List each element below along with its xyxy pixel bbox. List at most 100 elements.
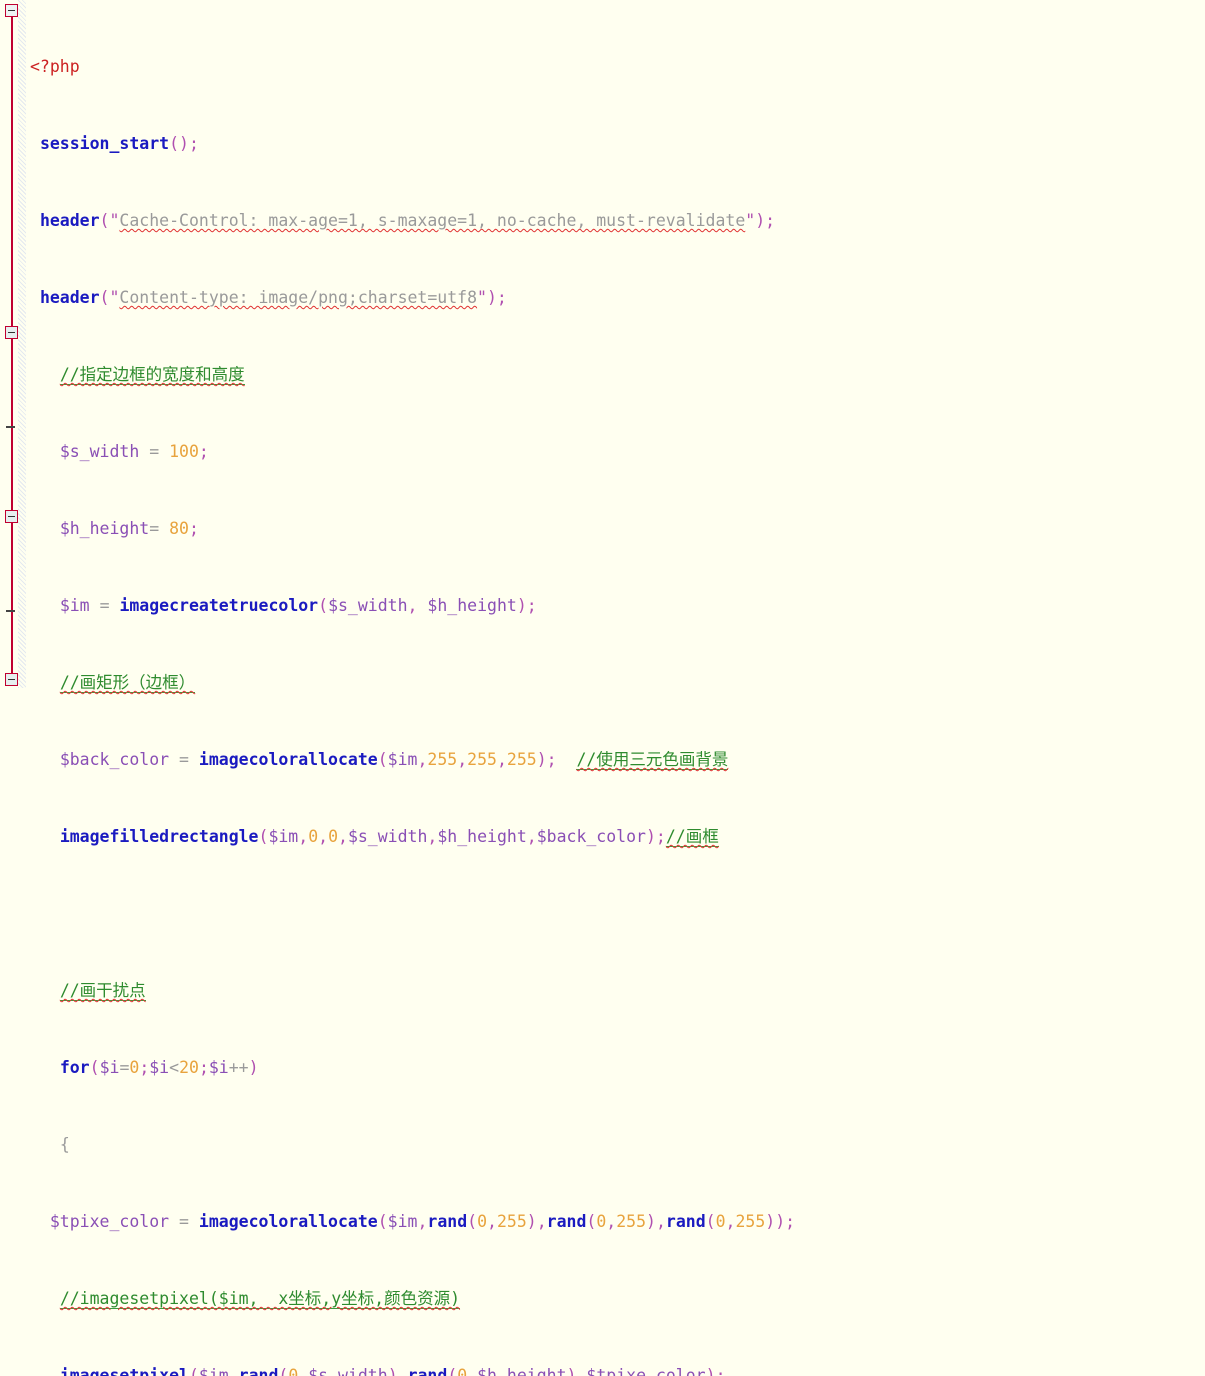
token-variable: $back_color bbox=[59, 750, 170, 769]
token-operator: = bbox=[179, 750, 189, 769]
fold-box-for-arc[interactable] bbox=[5, 673, 18, 686]
token-number: 255 bbox=[427, 750, 458, 769]
token-variable: $h_height bbox=[437, 827, 527, 846]
token-punc: ; bbox=[785, 1212, 796, 1231]
code-line[interactable]: $im = imagecreatetruecolor($s_width, $h_… bbox=[26, 596, 1205, 616]
token-number: 100 bbox=[169, 442, 199, 461]
token-punc: , bbox=[427, 827, 438, 846]
token-punc: ) bbox=[646, 1212, 656, 1231]
token-variable: $im bbox=[387, 1212, 418, 1231]
token-number: 0 bbox=[308, 827, 319, 846]
token-number: 0 bbox=[596, 1212, 607, 1231]
token-punc: ( bbox=[377, 750, 388, 769]
fold-box-php[interactable] bbox=[5, 4, 18, 17]
token-operator: = bbox=[149, 442, 160, 461]
fold-indicator-line bbox=[11, 10, 13, 682]
php-open-tag: <?php bbox=[30, 57, 80, 76]
code-line[interactable]: $tpixe_color = imagecolorallocate($im,ra… bbox=[26, 1212, 1205, 1232]
token-punc: ( bbox=[258, 827, 269, 846]
code-line[interactable]: $back_color = imagecolorallocate($im,255… bbox=[26, 750, 1205, 770]
token-punc: , bbox=[526, 827, 537, 846]
token-variable: $h_height bbox=[59, 519, 150, 538]
code-line[interactable]: imagefilledrectangle($im,0,0,$s_width,$h… bbox=[26, 827, 1205, 847]
token-punc: , bbox=[725, 1212, 736, 1231]
token-number: 0 bbox=[457, 1366, 468, 1376]
fold-box-for-noise[interactable] bbox=[5, 326, 18, 339]
token-operator: ++ bbox=[228, 1058, 249, 1077]
token-punc: ( bbox=[447, 1366, 458, 1376]
token-variable: $s_width bbox=[59, 442, 140, 461]
token-variable: $i bbox=[149, 1058, 170, 1077]
token-operator: = bbox=[149, 519, 160, 538]
token-punc: () bbox=[169, 134, 189, 153]
fold-box-for-line[interactable] bbox=[5, 510, 18, 523]
token-quote: " bbox=[477, 288, 487, 307]
token-punc: ( bbox=[705, 1212, 716, 1231]
token-punc: ) bbox=[486, 288, 497, 307]
token-function: rand bbox=[546, 1212, 587, 1231]
code-line[interactable]: for($i=0;$i<20;$i++) bbox=[26, 1058, 1205, 1078]
token-punc: , bbox=[298, 1366, 309, 1376]
code-line[interactable]: $h_height= 80; bbox=[26, 519, 1205, 539]
token-number: 255 bbox=[506, 750, 537, 769]
token-function: imagesetpixel bbox=[59, 1366, 189, 1376]
code-line[interactable]: { bbox=[26, 1135, 1205, 1155]
token-brace: { bbox=[59, 1135, 70, 1154]
token-punc: ( bbox=[377, 1212, 388, 1231]
code-line[interactable]: $s_width = 100; bbox=[26, 442, 1205, 462]
token-quote: " bbox=[109, 211, 120, 230]
token-punc: ) bbox=[755, 211, 766, 230]
token-number: 20 bbox=[179, 1058, 199, 1077]
code-line-blank[interactable] bbox=[26, 904, 1205, 924]
token-variable: $back_color bbox=[536, 827, 646, 846]
code-line[interactable]: //指定边框的宽度和高度 bbox=[26, 365, 1205, 385]
token-variable: $i bbox=[99, 1058, 120, 1077]
token-punc: ; bbox=[526, 596, 537, 615]
token-punc: ; bbox=[765, 211, 776, 230]
fold-gutter[interactable] bbox=[0, 0, 26, 688]
token-number: 0 bbox=[288, 1366, 299, 1376]
code-line[interactable]: //画矩形（边框） bbox=[26, 673, 1205, 693]
token-punc: )) bbox=[765, 1212, 786, 1231]
token-punc: ) bbox=[566, 1366, 577, 1376]
token-punc: , bbox=[536, 1212, 547, 1231]
token-number: 255 bbox=[735, 1212, 766, 1231]
code-line[interactable]: header("Cache-Control: max-age=1, s-maxa… bbox=[26, 211, 1205, 231]
token-punc: ( bbox=[586, 1212, 597, 1231]
token-punc: ) bbox=[248, 1058, 259, 1077]
token-function: rand bbox=[238, 1366, 279, 1376]
token-punc: ) bbox=[536, 750, 547, 769]
token-variable: $h_height bbox=[477, 1366, 567, 1376]
token-comment: //画框 bbox=[665, 827, 719, 847]
token-number: 0 bbox=[129, 1058, 140, 1077]
code-line[interactable]: imagesetpixel($im,rand(0,$s_width),rand(… bbox=[26, 1366, 1205, 1376]
token-function: rand bbox=[407, 1366, 448, 1376]
token-string: Cache-Control: max-age=1, s-maxage=1, no… bbox=[119, 211, 746, 230]
token-punc: , bbox=[298, 827, 309, 846]
token-variable: $i bbox=[208, 1058, 229, 1077]
token-punc: ; bbox=[496, 288, 507, 307]
token-string: Content-type: image/png;charset=utf8 bbox=[119, 288, 478, 307]
token-punc: ( bbox=[99, 211, 110, 230]
token-punc: , bbox=[606, 1212, 617, 1231]
token-punc: ) bbox=[705, 1366, 716, 1376]
token-comment: //画干扰点 bbox=[59, 981, 146, 1001]
code-content[interactable]: <?php session_start(); header("Cache-Con… bbox=[26, 0, 1205, 1376]
code-line[interactable]: header("Content-type: image/png;charset=… bbox=[26, 288, 1205, 308]
code-editor-pane[interactable]: <?php session_start(); header("Cache-Con… bbox=[0, 0, 1205, 1376]
token-number: 0 bbox=[477, 1212, 488, 1231]
token-punc: , bbox=[228, 1366, 239, 1376]
fold-end-noise bbox=[6, 426, 15, 428]
token-variable: $s_width bbox=[328, 596, 408, 615]
code-line[interactable]: //imagesetpixel($im, x坐标,y坐标,颜色资源) bbox=[26, 1289, 1205, 1309]
code-line[interactable]: session_start(); bbox=[26, 134, 1205, 154]
token-punc: , bbox=[496, 750, 507, 769]
token-punc: , bbox=[417, 1212, 428, 1231]
token-punc: , bbox=[457, 750, 468, 769]
code-line[interactable]: <?php bbox=[26, 57, 1205, 77]
token-variable: $s_width bbox=[347, 827, 428, 846]
gutter-stripe bbox=[18, 0, 26, 688]
token-punc: ; bbox=[188, 134, 199, 153]
token-operator: < bbox=[169, 1058, 180, 1077]
code-line[interactable]: //画干扰点 bbox=[26, 981, 1205, 1001]
